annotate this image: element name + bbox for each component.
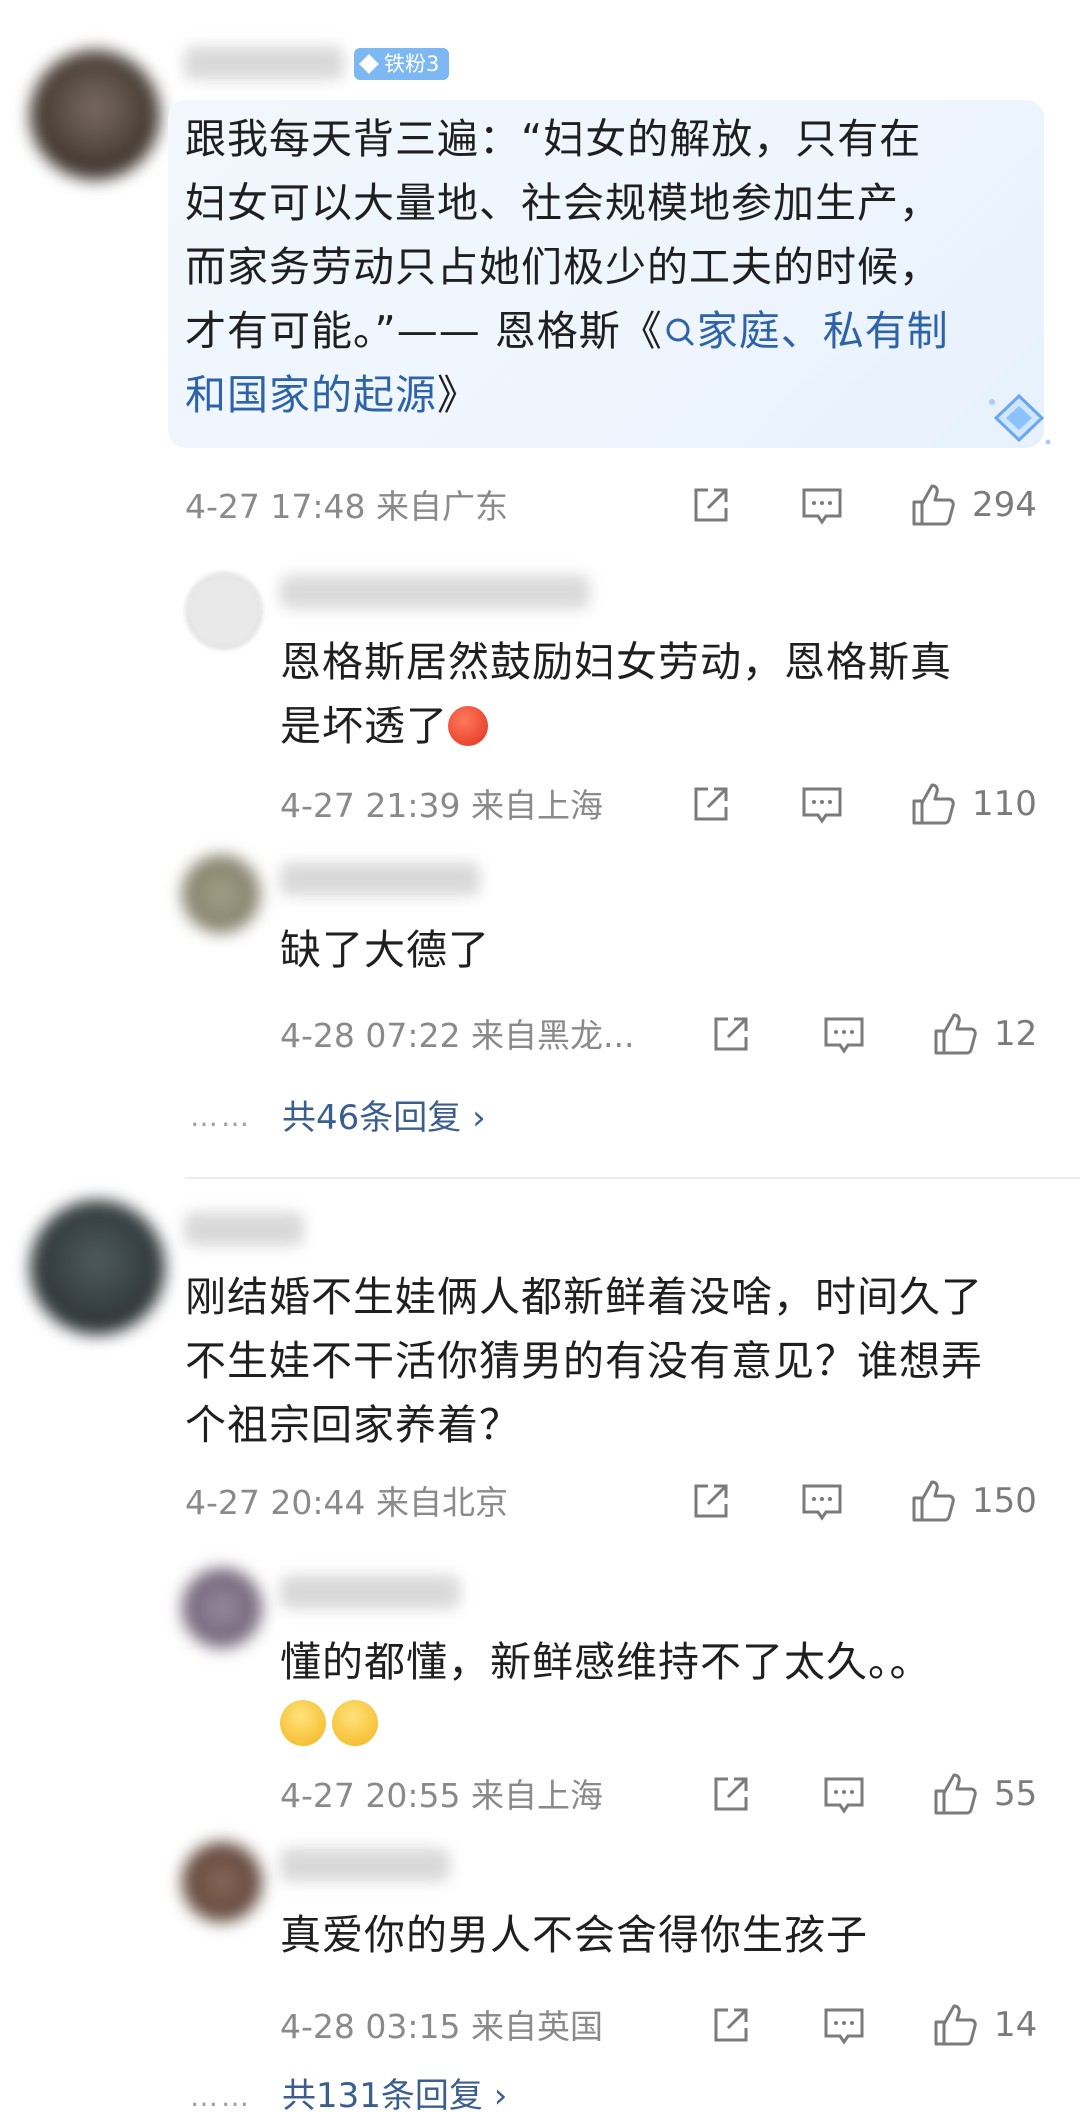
share-icon <box>694 1484 728 1518</box>
dots-indicator: …… <box>190 2080 252 2113</box>
topic-link[interactable]: 家庭、私有制 <box>663 307 949 355</box>
share-button[interactable] <box>708 1773 752 1817</box>
reply-text: 缺了大德了 <box>280 926 490 974</box>
dots-indicator: …… <box>190 1100 252 1133</box>
like-icon <box>934 1773 977 1815</box>
share-button[interactable] <box>708 1013 752 1057</box>
comment-icon <box>824 1777 864 1814</box>
badge-label: 铁粉3 <box>384 52 440 76</box>
share-button[interactable] <box>688 783 732 827</box>
reply-meta: 4-27 21:39 来自上海 <box>280 786 603 825</box>
reply-meta: 4-27 20:55 来自上海 <box>280 1776 603 1815</box>
like-icon <box>912 484 955 526</box>
like-count: 150 <box>972 1481 1037 1521</box>
reply-text: 恩格斯居然鼓励妇女劳动，恩格斯真 是坏透了 <box>280 638 952 750</box>
comment-button[interactable] <box>822 1013 866 1057</box>
like-count: 110 <box>972 784 1037 824</box>
comment-line: 才有可能。”—— 恩格斯《 家庭、私有制 <box>185 307 949 355</box>
share-icon <box>714 1777 748 1811</box>
avatar[interactable] <box>182 1568 262 1648</box>
face-covering-emoji-icon <box>332 1700 378 1746</box>
like-button[interactable]: 294 <box>910 482 1037 528</box>
like-count: 14 <box>994 2005 1038 2045</box>
username[interactable] <box>280 862 480 896</box>
comment-button[interactable] <box>800 1480 844 1524</box>
username[interactable] <box>280 1848 450 1882</box>
share-button[interactable] <box>688 1480 732 1524</box>
face-covering-emoji-icon <box>280 1700 326 1746</box>
more-replies-link[interactable]: 共46条回复 › <box>282 1098 486 1138</box>
username[interactable] <box>184 46 344 80</box>
avatar[interactable] <box>30 50 160 180</box>
comment-icon <box>802 787 842 824</box>
comment-icon <box>824 1017 864 1054</box>
divider <box>185 1177 1080 1179</box>
emoji-row <box>280 1700 378 1746</box>
comment-button[interactable] <box>800 484 844 528</box>
share-icon <box>694 488 728 522</box>
comment-icon <box>824 2008 864 2045</box>
share-icon <box>714 1017 748 1051</box>
share-button[interactable] <box>688 484 732 528</box>
comment-line: 妇女可以大量地、社会规模地参加生产， <box>185 179 941 227</box>
like-button[interactable]: 150 <box>910 1478 1037 1524</box>
comment-icon <box>802 1484 842 1521</box>
comment-button[interactable] <box>822 1773 866 1817</box>
avatar[interactable] <box>182 1842 262 1922</box>
like-icon <box>934 1013 977 1055</box>
comment-line: 而家务劳动只占她们极少的工夫的时候， <box>185 243 941 291</box>
comment-line: 跟我每天背三遍：“妇女的解放，只有在 <box>185 115 922 163</box>
like-count: 12 <box>994 1014 1038 1054</box>
comment-text: 跟我每天背三遍：“妇女的解放，只有在 妇女可以大量地、社会规模地参加生产， 而家… <box>185 107 1045 427</box>
location: 来自广东 <box>376 487 508 526</box>
comment-meta: 4-27 20:44 来自北京 <box>185 1483 508 1522</box>
like-icon <box>934 2004 977 2046</box>
avatar[interactable] <box>182 855 260 933</box>
username[interactable] <box>184 1212 304 1246</box>
timestamp: 4-27 17:48 <box>185 487 366 526</box>
reply-meta: 4-28 07:22 来自黑龙... <box>280 1016 635 1055</box>
reply-text: 懂的都懂，新鲜感维持不了太久。。 <box>280 1638 932 1686</box>
avatar[interactable] <box>185 572 263 650</box>
like-button[interactable]: 55 <box>932 1771 1037 1817</box>
topic-link-cont[interactable]: 和国家的起源 <box>185 371 437 419</box>
like-icon <box>912 783 955 825</box>
like-button[interactable]: 14 <box>932 2002 1037 2048</box>
comment-button[interactable] <box>822 2004 866 2048</box>
share-icon <box>714 2008 748 2042</box>
diamond-icon <box>359 54 379 74</box>
avatar[interactable] <box>30 1200 165 1335</box>
like-button[interactable]: 110 <box>910 781 1037 827</box>
comment-icon <box>802 488 842 525</box>
share-button[interactable] <box>708 2004 752 2048</box>
like-button[interactable]: 12 <box>932 1011 1037 1057</box>
like-count: 55 <box>994 1774 1038 1814</box>
comment-button[interactable] <box>800 783 844 827</box>
comment-text: 刚结婚不生娃俩人都新鲜着没啥，时间久了 不生娃不干活你猜男的有没有意见？谁想弄 … <box>185 1273 983 1449</box>
username[interactable] <box>280 1575 460 1609</box>
search-icon <box>666 318 694 346</box>
like-count: 294 <box>972 485 1037 525</box>
share-icon <box>694 787 728 821</box>
fan-badge: 铁粉3 <box>354 48 450 80</box>
like-icon <box>912 1480 955 1522</box>
angry-emoji-icon <box>448 706 488 746</box>
comment-meta: 4-27 17:48 来自广东 <box>185 487 508 527</box>
reply-meta: 4-28 03:15 来自英国 <box>280 2007 603 2046</box>
more-replies-link[interactable]: 共131条回复 › <box>282 2076 507 2116</box>
reply-text: 真爱你的男人不会舍得你生孩子 <box>280 1911 868 1959</box>
username[interactable] <box>280 575 590 609</box>
comment-line: 和国家的起源》 <box>185 371 479 419</box>
